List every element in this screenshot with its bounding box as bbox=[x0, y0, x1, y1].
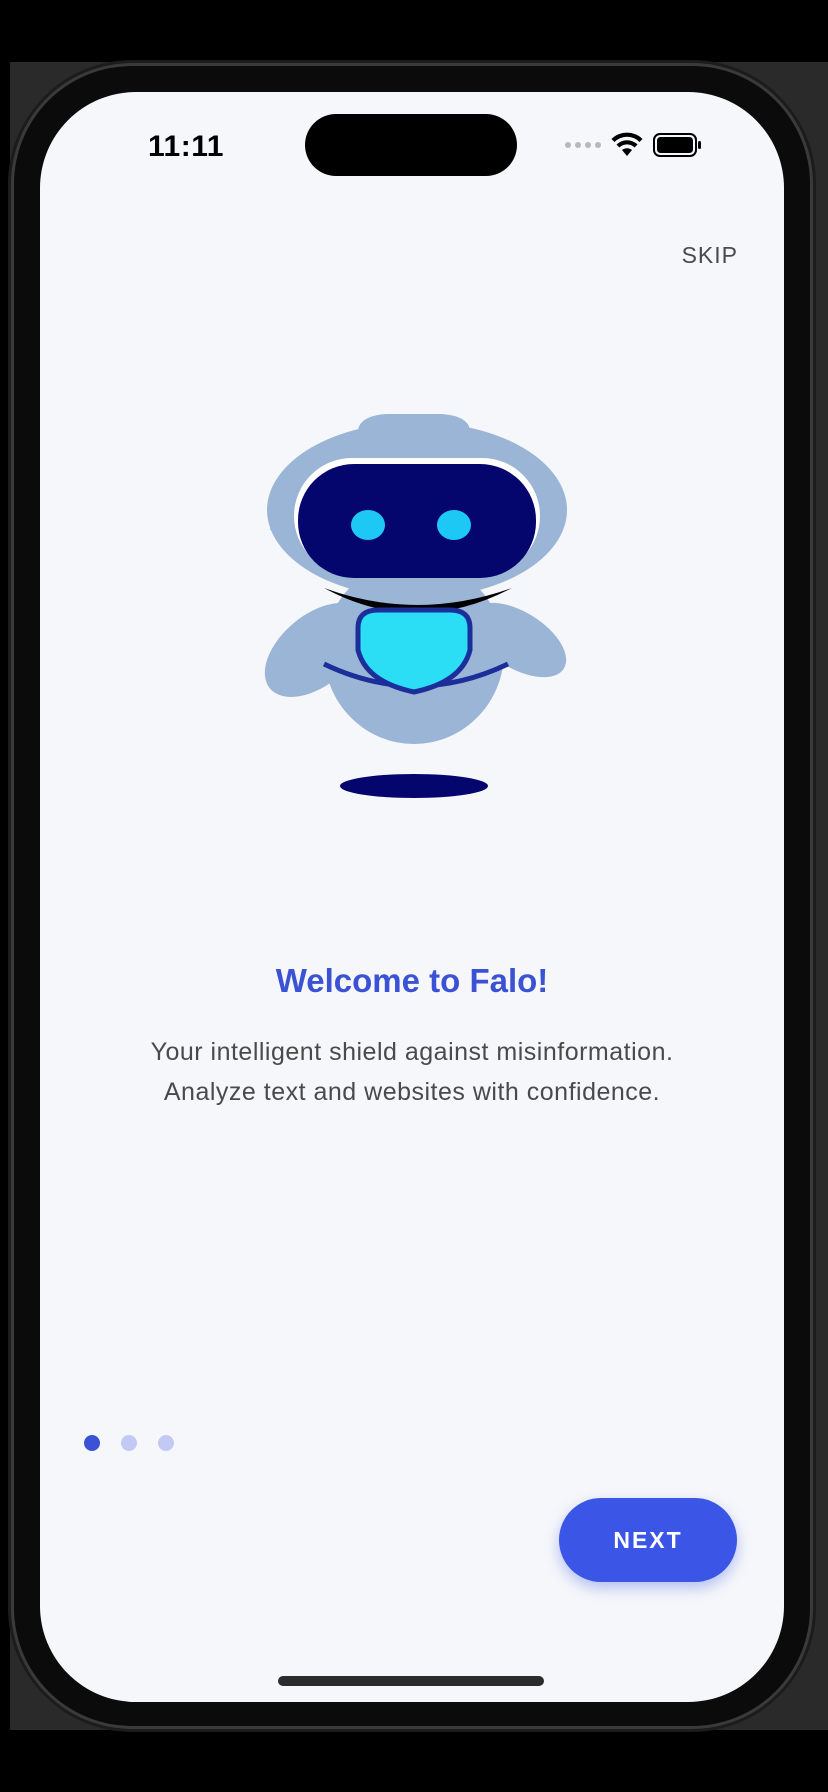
right-eye bbox=[437, 510, 471, 540]
status-time: 11:11 bbox=[148, 130, 224, 163]
dynamic-island bbox=[305, 114, 517, 176]
home-indicator[interactable] bbox=[278, 1676, 544, 1686]
battery-icon bbox=[653, 133, 701, 157]
onboarding-subtitle: Your intelligent shield against misinfor… bbox=[80, 1032, 744, 1112]
next-button[interactable]: NEXT bbox=[559, 1498, 737, 1582]
robot-mascot-illustration bbox=[264, 414, 567, 798]
phone-screen: 11:11 SKIP Welcome to Falo! Your intelli… bbox=[40, 92, 784, 1702]
page-dot-2[interactable] bbox=[121, 1435, 137, 1451]
floor-shadow bbox=[340, 774, 488, 798]
page-dot-3[interactable] bbox=[158, 1435, 174, 1451]
robot-visor bbox=[298, 464, 536, 578]
skip-button[interactable]: SKIP bbox=[682, 242, 738, 269]
page-dot-1[interactable] bbox=[84, 1435, 100, 1451]
subtitle-line-1: Your intelligent shield against misinfor… bbox=[150, 1038, 674, 1066]
page-indicator bbox=[84, 1435, 174, 1451]
left-eye bbox=[351, 510, 385, 540]
wifi-icon bbox=[611, 132, 643, 156]
onboarding-title: Welcome to Falo! bbox=[275, 962, 549, 999]
subtitle-line-2: Analyze text and websites with confidenc… bbox=[163, 1078, 661, 1106]
cellular-signal-icon bbox=[565, 142, 601, 148]
status-icons bbox=[565, 130, 703, 160]
